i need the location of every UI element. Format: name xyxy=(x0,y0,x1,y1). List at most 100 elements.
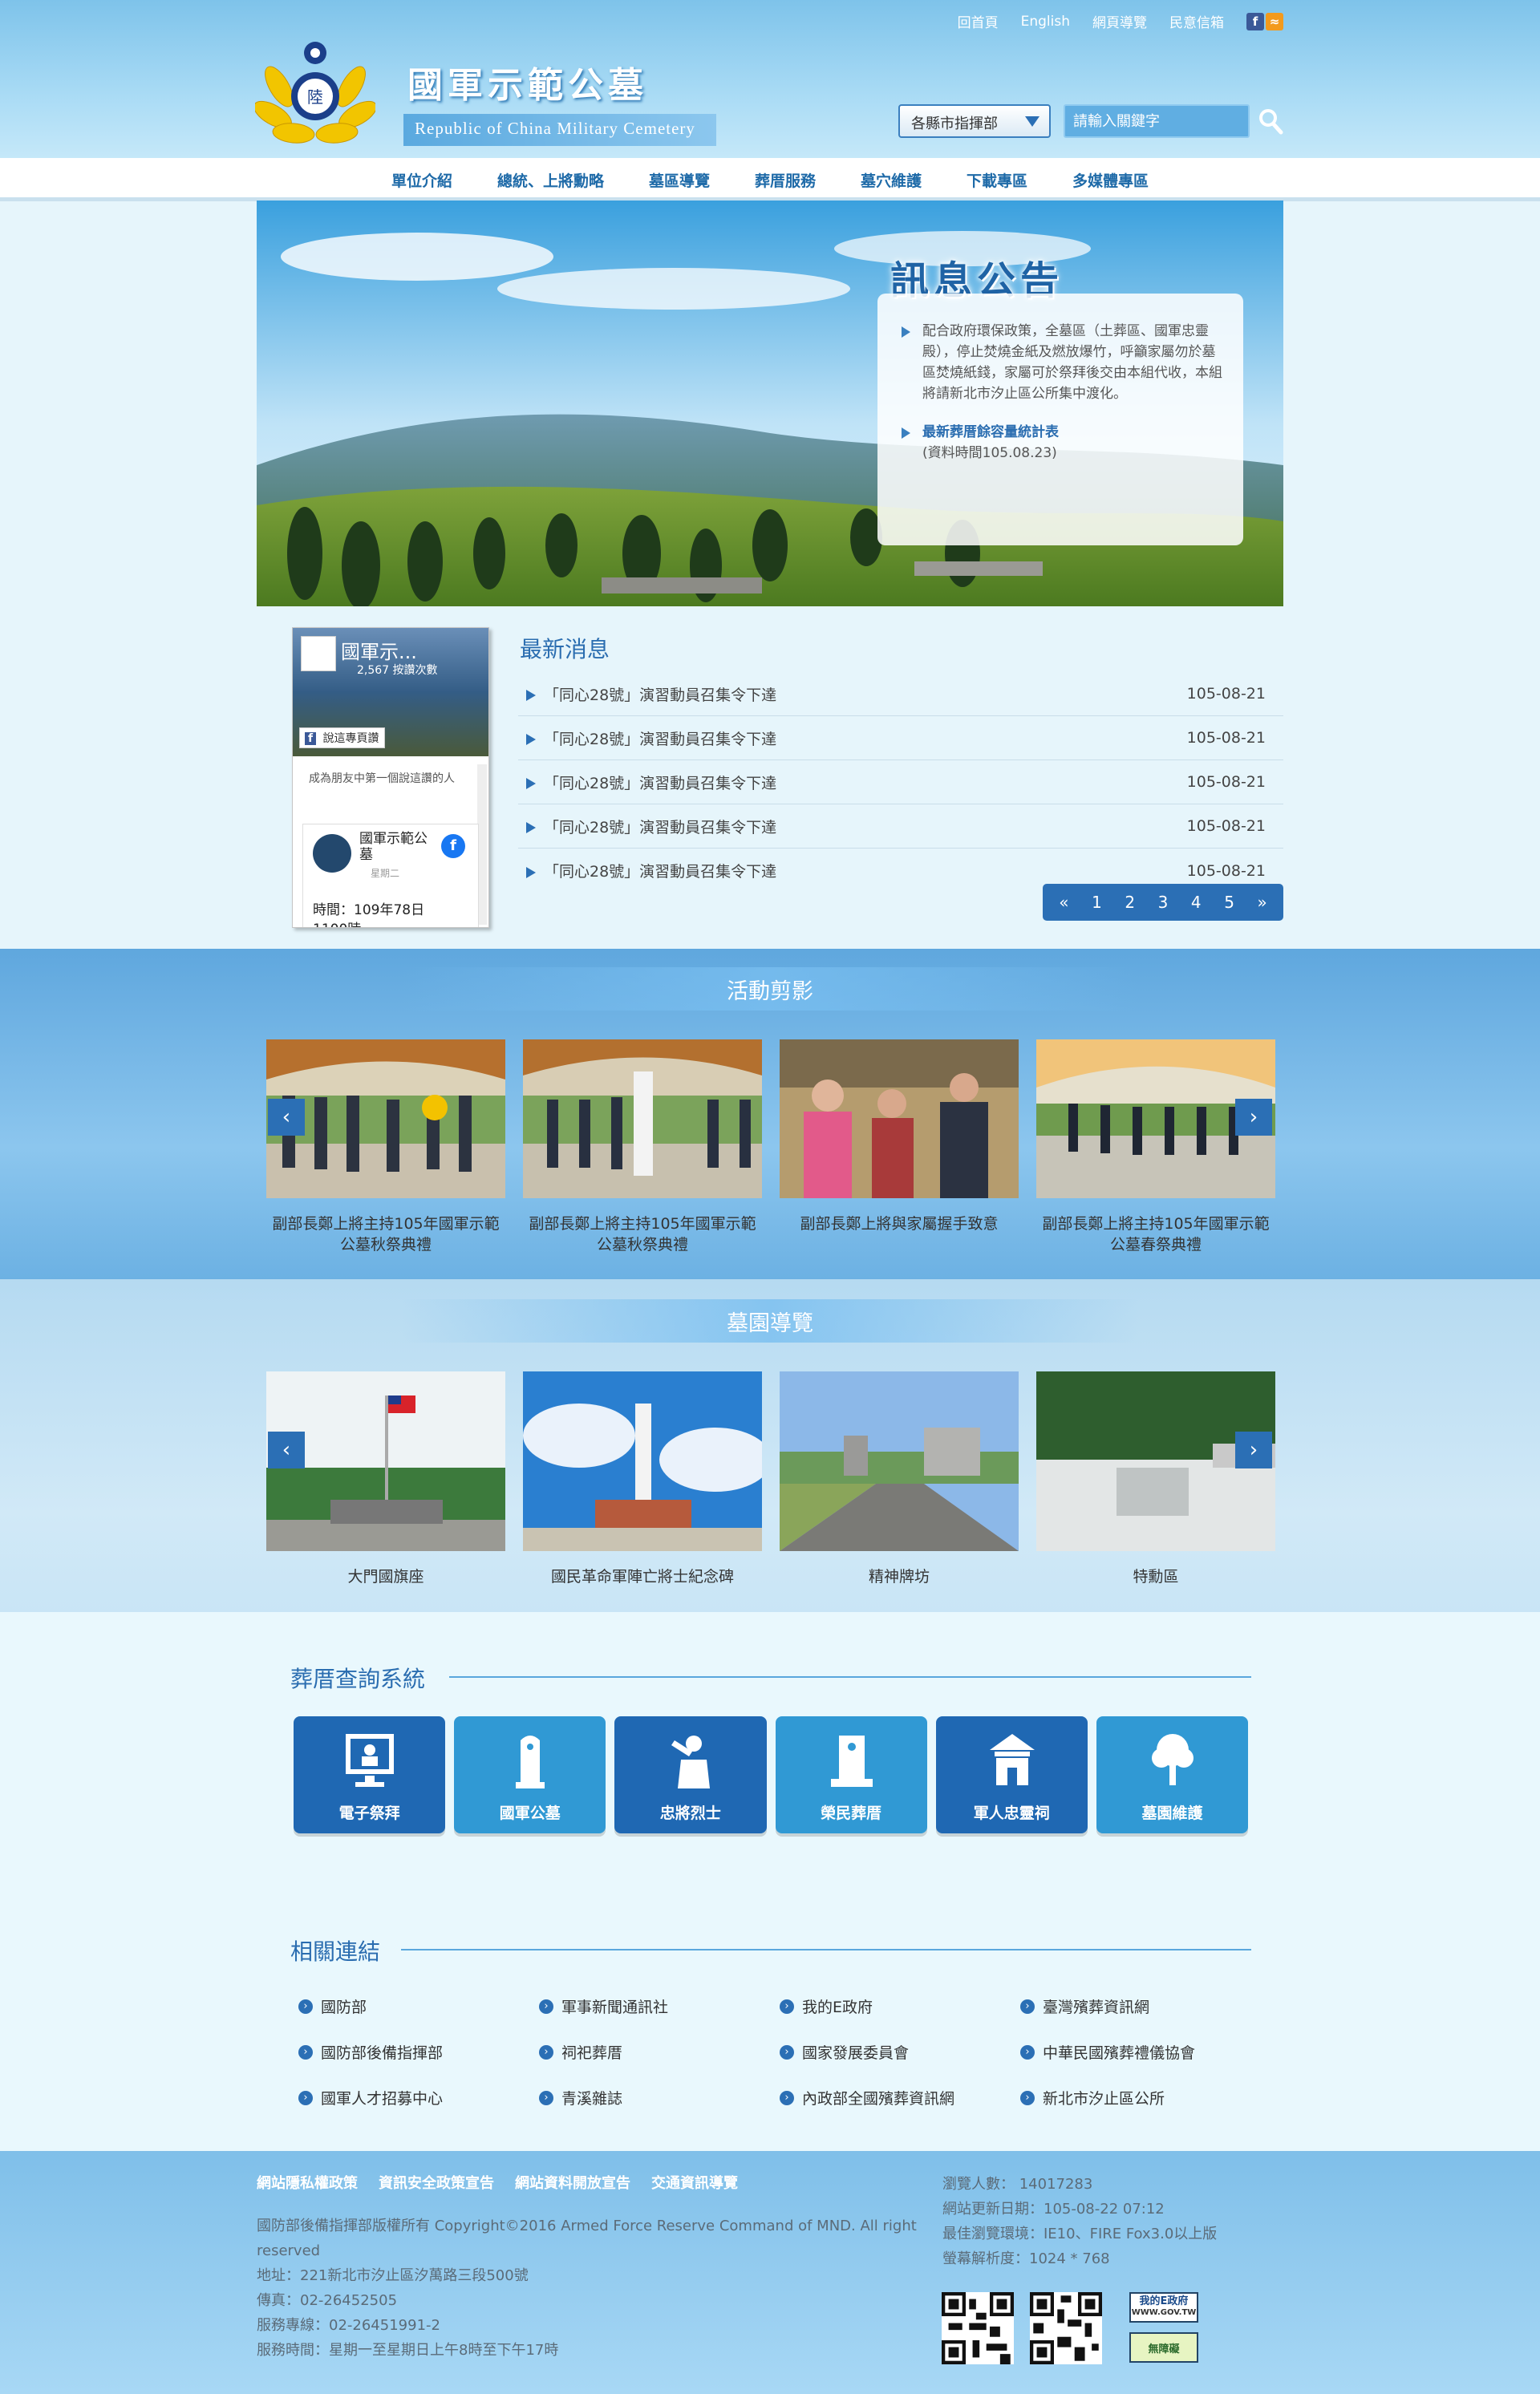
capacity-stats-link[interactable]: 最新葬厝餘容量統計表 xyxy=(922,422,1222,443)
tour-caption[interactable]: 精神牌坊 xyxy=(780,1566,1019,1587)
related-link[interactable]: › 國防部 xyxy=(298,1995,539,2017)
activity-caption[interactable]: 副部長鄭上將主持105年國軍示範公墓春祭典禮 xyxy=(1036,1213,1275,1255)
activity-next-button[interactable]: › xyxy=(1235,1099,1272,1136)
related-link-label[interactable]: 國防部後備指揮部 xyxy=(321,2041,443,2063)
notice-link-item[interactable]: 最新葬厝餘容量統計表 (資料時間105.08.23) xyxy=(902,422,1222,464)
related-link[interactable]: › 臺灣殯葬資訊網 xyxy=(1020,1995,1261,2017)
related-link[interactable]: › 內政部全國殯葬資訊網 xyxy=(780,2087,1020,2108)
pager-page-4[interactable]: 4 xyxy=(1188,893,1205,912)
arrow-right-icon: › xyxy=(780,2090,794,2105)
related-link[interactable]: › 國防部後備指揮部 xyxy=(298,2041,539,2063)
related-link[interactable]: › 軍事新聞通訊社 xyxy=(539,1995,780,2017)
tour-card[interactable]: 國民革命軍陣亡將士紀念碑 xyxy=(523,1371,772,1587)
nav-item-services[interactable]: 葬厝服務 xyxy=(732,158,838,198)
pager-first-button[interactable]: « xyxy=(1056,893,1072,912)
related-link[interactable]: › 中華民國殯葬禮儀協會 xyxy=(1020,2041,1261,2063)
nav-item-about[interactable]: 單位介紹 xyxy=(369,158,475,198)
veteran-funeral-button[interactable]: 榮民葬厝 xyxy=(775,1716,927,1833)
search-input[interactable] xyxy=(1064,104,1250,138)
related-link-label[interactable]: 臺灣殯葬資訊網 xyxy=(1043,1995,1149,2017)
sitemap-link[interactable]: 網頁導覽 xyxy=(1092,11,1147,31)
site-logo[interactable]: 陸 國軍示範公墓 Republic of China Military Ceme… xyxy=(255,38,720,151)
pager-page-3[interactable]: 3 xyxy=(1155,893,1172,912)
accessibility-badge[interactable]: 無障礙 xyxy=(1129,2332,1198,2363)
facebook-icon[interactable]: f xyxy=(1246,12,1264,30)
news-item-title[interactable]: 「同心28號」演習動員召集令下達 xyxy=(544,819,776,836)
related-link-label[interactable]: 軍事新聞通訊社 xyxy=(561,1995,668,2017)
privacy-policy-link[interactable]: 網站隱私權政策 xyxy=(257,2172,358,2193)
pager-page-5[interactable]: 5 xyxy=(1221,893,1238,912)
related-link[interactable]: › 我的E政府 xyxy=(780,1995,1020,2017)
related-link-label[interactable]: 青溪雜誌 xyxy=(561,2087,622,2108)
region-select[interactable]: 各縣市指揮部 xyxy=(898,104,1051,138)
related-link-label[interactable]: 國家發展委員會 xyxy=(802,2041,909,2063)
links-title: 相關連結 xyxy=(290,1938,381,1965)
activity-caption[interactable]: 副部長鄭上將主持105年國軍示範公墓秋祭典禮 xyxy=(266,1213,505,1255)
tour-card[interactable]: 精神牌坊 xyxy=(780,1371,1019,1587)
nav-item-tour[interactable]: 墓區導覽 xyxy=(626,158,732,198)
home-link[interactable]: 回首頁 xyxy=(958,11,999,31)
news-item[interactable]: 「同心28號」演習動員召集令下達 105-08-21 xyxy=(518,672,1283,716)
facebook-like-button[interactable]: f 說這專頁讚 xyxy=(299,727,385,748)
news-item[interactable]: 「同心28號」演習動員召集令下達 105-08-21 xyxy=(518,760,1283,804)
activity-card[interactable]: 副部長鄭上將主持105年國軍示範公墓秋祭典禮 xyxy=(266,1039,505,1255)
nav-item-maintenance[interactable]: 墓穴維護 xyxy=(838,158,944,198)
related-link-label[interactable]: 祠祀葬厝 xyxy=(561,2041,622,2063)
related-link-label[interactable]: 我的E政府 xyxy=(802,1995,873,2017)
security-policy-link[interactable]: 資訊安全政策宣告 xyxy=(379,2172,494,2193)
tour-card[interactable]: 特勳區 xyxy=(1036,1371,1275,1587)
military-cemetery-button[interactable]: 國軍公墓 xyxy=(454,1716,606,1833)
activity-card[interactable]: 副部長鄭上將主持105年國軍示範公墓春祭典禮 xyxy=(1036,1039,1275,1255)
pager-last-button[interactable]: » xyxy=(1254,893,1270,912)
open-data-link[interactable]: 網站資料開放宣告 xyxy=(515,2172,630,2193)
tour-prev-button[interactable]: ‹ xyxy=(268,1432,305,1468)
egov-badge[interactable]: 我的E政府 WWW.GOV.TW xyxy=(1129,2292,1198,2323)
facebook-widget[interactable]: 國軍示... 2,567 按讚次數 f 說這專頁讚 成為朋友中第一個說這讚的人 … xyxy=(292,627,489,928)
related-link-label[interactable]: 中華民國殯葬禮儀協會 xyxy=(1043,2041,1195,2063)
nav-item-downloads[interactable]: 下載專區 xyxy=(944,158,1050,198)
activity-card[interactable]: 副部長鄭上將與家屬握手致意 xyxy=(780,1039,1019,1255)
news-item[interactable]: 「同心28號」演習動員召集令下達 105-08-21 xyxy=(518,804,1283,849)
news-item-title[interactable]: 「同心28號」演習動員召集令下達 xyxy=(544,731,776,748)
arrow-right-icon: › xyxy=(539,2090,553,2105)
cemetery-maintenance-button[interactable]: 墓園維護 xyxy=(1096,1716,1249,1833)
pager-page-2[interactable]: 2 xyxy=(1121,893,1138,912)
search-icon[interactable] xyxy=(1258,107,1283,135)
nav-item-honors[interactable]: 總統、上將勳略 xyxy=(475,158,626,198)
activity-card[interactable]: 副部長鄭上將主持105年國軍示範公墓秋祭典禮 xyxy=(523,1039,762,1255)
news-item-title[interactable]: 「同心28號」演習動員召集令下達 xyxy=(544,687,776,704)
site-title: 國軍示範公墓 xyxy=(407,65,648,106)
tour-next-button[interactable]: › xyxy=(1235,1432,1272,1468)
tour-card[interactable]: 大門國旗座 xyxy=(266,1371,505,1587)
related-link[interactable]: › 國軍人才招募中心 xyxy=(298,2087,539,2108)
activity-caption[interactable]: 副部長鄭上將主持105年國軍示範公墓秋祭典禮 xyxy=(523,1213,762,1255)
related-link[interactable]: › 青溪雜誌 xyxy=(539,2087,780,2108)
activity-caption[interactable]: 副部長鄭上將與家屬握手致意 xyxy=(780,1213,1019,1234)
e-worship-button[interactable]: 電子祭拜 xyxy=(294,1716,446,1833)
shrine-button[interactable]: 軍人忠靈祠 xyxy=(935,1716,1088,1833)
news-item[interactable]: 「同心28號」演習動員召集令下達 105-08-21 xyxy=(518,716,1283,760)
news-item-title[interactable]: 「同心28號」演習動員召集令下達 xyxy=(544,775,776,792)
traffic-info-link[interactable]: 交通資訊導覽 xyxy=(651,2172,738,2193)
activity-photo xyxy=(523,1039,762,1198)
english-link[interactable]: English xyxy=(1021,14,1070,30)
tour-caption[interactable]: 特勳區 xyxy=(1036,1566,1275,1587)
pager-page-1[interactable]: 1 xyxy=(1088,893,1105,912)
martyrs-button[interactable]: 忠將烈士 xyxy=(614,1716,767,1833)
facebook-page-name[interactable]: 國軍示... xyxy=(341,636,417,664)
related-link-label[interactable]: 國軍人才招募中心 xyxy=(321,2087,443,2108)
related-link-label[interactable]: 內政部全國殯葬資訊網 xyxy=(802,2087,954,2108)
news-item-title[interactable]: 「同心28號」演習動員召集令下達 xyxy=(544,863,776,881)
related-link-label[interactable]: 新北市汐止區公所 xyxy=(1043,2087,1165,2108)
activity-prev-button[interactable]: ‹ xyxy=(268,1099,305,1136)
tour-caption[interactable]: 大門國旗座 xyxy=(266,1566,505,1587)
related-link[interactable]: › 祠祀葬厝 xyxy=(539,2041,780,2063)
related-link[interactable]: › 國家發展委員會 xyxy=(780,2041,1020,2063)
related-link[interactable]: › 新北市汐止區公所 xyxy=(1020,2087,1261,2108)
mailbox-link[interactable]: 民意信箱 xyxy=(1169,11,1224,31)
related-link-label[interactable]: 國防部 xyxy=(321,1995,367,2017)
tour-caption[interactable]: 國民革命軍陣亡將士紀念碑 xyxy=(523,1566,762,1587)
tour-photo xyxy=(780,1371,1019,1551)
nav-item-multimedia[interactable]: 多媒體專區 xyxy=(1050,158,1171,198)
rss-icon[interactable]: ≈ xyxy=(1266,12,1283,30)
